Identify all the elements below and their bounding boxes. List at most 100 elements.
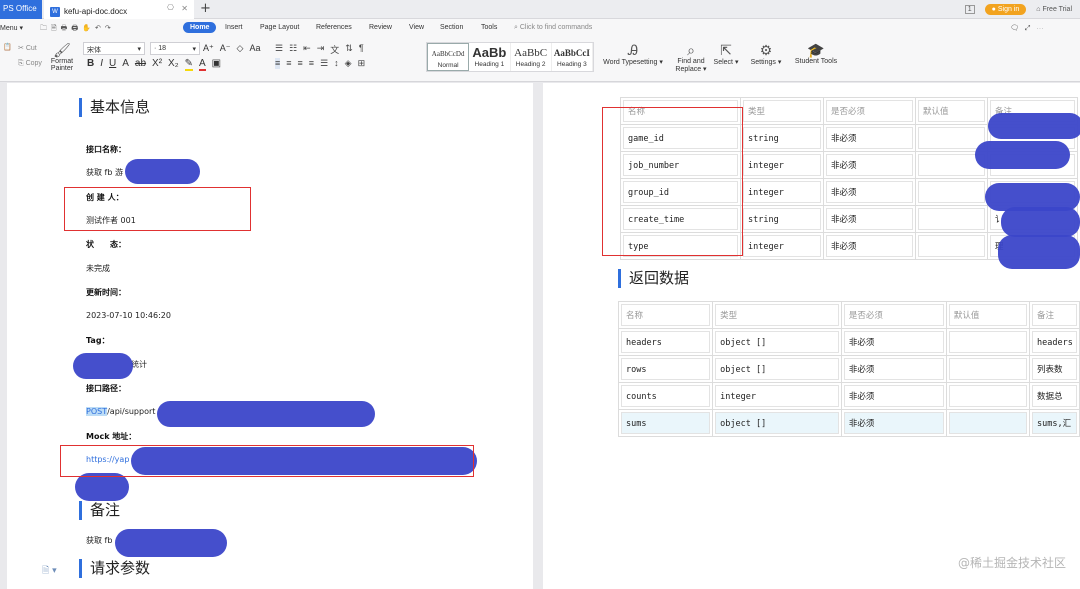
ribbon-toolbar: 📋 ✂ Cut ⎘ Copy 🖌 Format Painter 宋体 ▾ · 18 ▾… xyxy=(0,39,1080,82)
select-button[interactable]: ⇱ Select ▾ xyxy=(712,42,740,66)
underline-icon[interactable]: U xyxy=(109,58,116,71)
shrink-font-icon[interactable]: A⁻ xyxy=(220,43,231,54)
font-size-select[interactable]: · 18 ▾ xyxy=(150,42,200,55)
word-doc-icon: W xyxy=(50,6,60,17)
find-commands-box[interactable]: ⌕ Click to find commands xyxy=(514,24,592,32)
grow-font-icon[interactable]: A⁺ xyxy=(203,43,214,54)
table-cell: counts xyxy=(621,385,711,407)
font-size-value: 18 xyxy=(158,45,167,52)
free-trial-button[interactable]: ⌂ Free Trial xyxy=(1036,6,1072,13)
cut-button[interactable]: ✂ Cut xyxy=(18,44,37,52)
show-marks-icon[interactable]: ¶ xyxy=(359,43,364,56)
settings-button[interactable]: ⚙ Settings ▾ xyxy=(748,42,784,66)
tab-tools[interactable]: Tools xyxy=(481,24,497,31)
change-case-icon[interactable]: Aa xyxy=(249,43,260,54)
increase-indent-icon[interactable]: ⇥ xyxy=(317,43,325,56)
word-typesetting-button[interactable]: Ꭿ Word Typesetting ▾ xyxy=(603,42,663,66)
redaction-scribble xyxy=(73,353,133,379)
watermark-text: @稀土掘金技术社区 xyxy=(957,556,1066,570)
table-cell: 非必须 xyxy=(826,235,913,257)
document-tab-label: kefu-api-doc.docx xyxy=(64,7,128,16)
align-left-icon[interactable]: ≡ xyxy=(275,58,281,69)
paragraph-tools-row2: ≡ ≡ ≡ ≡ ☰ ↕ ◈ ⊞ xyxy=(275,58,365,69)
table-cell: object [] xyxy=(715,331,839,353)
copy-label: Copy xyxy=(25,60,42,67)
quick-access-icons[interactable]: 🗀🗎🖶🖨✋↶↷ xyxy=(40,24,115,35)
find-replace-button[interactable]: ⌕ Find and Replace ▾ xyxy=(675,42,707,73)
shading-icon[interactable]: ◈ xyxy=(345,58,352,69)
tab-home[interactable]: Home xyxy=(183,22,217,33)
menu-button[interactable]: Menu ▾ xyxy=(0,24,23,32)
tab-references[interactable]: References xyxy=(316,24,352,31)
api-name-value: 获取 fb 游 xyxy=(86,168,123,177)
char-border-icon[interactable]: ▣ xyxy=(212,58,221,71)
table-header-row: 名称 类型 是否必须 默认值 备注 xyxy=(617,301,1080,329)
style-heading-1[interactable]: AaBb Heading 1 xyxy=(469,43,511,71)
window-utility-icons[interactable]: 🗨⤢⋯ xyxy=(1010,24,1050,33)
sign-in-label: Sign in xyxy=(997,6,1020,13)
table-cell: integer xyxy=(743,181,821,203)
updated-label: 更新时间： xyxy=(86,288,126,297)
new-tab-button[interactable]: + xyxy=(200,1,211,16)
gear-icon: ⚙ xyxy=(759,42,773,58)
clear-format-icon[interactable]: ◇ xyxy=(237,43,244,54)
format-painter-button[interactable]: 🖌 Format Painter xyxy=(48,42,76,72)
justify-icon[interactable]: ≡ xyxy=(309,58,314,69)
find-replace-label: Find and Replace xyxy=(675,58,705,73)
document-tab[interactable]: W kefu-api-doc.docx ⎔ ✕ xyxy=(44,0,194,19)
style-heading-3[interactable]: AaBbCcI Heading 3 xyxy=(552,43,593,71)
page-count-badge[interactable]: 1 xyxy=(964,5,975,14)
numbered-list-icon[interactable]: ☷ xyxy=(289,43,297,56)
decrease-indent-icon[interactable]: ⇤ xyxy=(303,43,311,56)
bold-icon[interactable]: B xyxy=(87,58,94,71)
style-preview: AaBbCcDd xyxy=(431,50,465,58)
font-name-select[interactable]: 宋体 ▾ xyxy=(83,42,145,55)
copy-button[interactable]: ⎘ Copy xyxy=(18,60,42,68)
italic-icon[interactable]: I xyxy=(100,58,103,71)
app-tab[interactable]: PS Office xyxy=(0,0,42,19)
tab-page-layout[interactable]: Page Layout xyxy=(260,24,299,31)
paste-button[interactable]: 📋 xyxy=(3,43,12,51)
align-right-icon[interactable]: ≡ xyxy=(298,58,303,69)
highlight-icon[interactable]: ✎ xyxy=(184,58,193,71)
style-heading-2[interactable]: AaBbC Heading 2 xyxy=(511,43,552,71)
path-label: 接口路径： xyxy=(86,384,126,393)
page-navigation-icon[interactable]: 🗎 ▾ xyxy=(42,563,57,579)
borders-icon[interactable]: ⊞ xyxy=(358,58,366,69)
font-format-tools: B I U Aab X² X₂ ✎ A ▣ xyxy=(87,58,221,71)
redaction-scribble xyxy=(998,235,1080,269)
graduation-cap-icon: 🎓 xyxy=(807,42,825,58)
table-cell xyxy=(948,358,1028,380)
table-row: headers object [] 非必须 headers xyxy=(617,328,1080,356)
brush-icon: 🖌 xyxy=(53,42,71,58)
header-cell: 类型 xyxy=(715,304,839,326)
font-color-icon[interactable]: A xyxy=(199,58,206,71)
align-center-icon[interactable]: ≡ xyxy=(286,58,291,69)
close-tab-icon[interactable]: ✕ xyxy=(181,4,188,13)
style-normal[interactable]: AaBbCcDd Normal xyxy=(427,43,470,71)
line-spacing-icon[interactable]: ↕ xyxy=(334,58,339,69)
tab-insert[interactable]: Insert xyxy=(225,24,243,31)
distributed-icon[interactable]: ☰ xyxy=(320,58,328,69)
return-data-table: 名称 类型 是否必须 默认值 备注 headers object [] 非必须 … xyxy=(617,301,1080,437)
strikethrough-icon[interactable]: ab xyxy=(135,58,146,71)
tab-view[interactable]: View xyxy=(409,24,424,31)
text-effect-icon[interactable]: A xyxy=(122,58,129,71)
redaction-scribble xyxy=(1001,207,1080,237)
student-tools-button[interactable]: 🎓 Student Tools xyxy=(792,42,840,65)
table-cell: 非必须 xyxy=(843,331,944,353)
table-cell: string xyxy=(743,208,821,230)
bullet-list-icon[interactable]: ☰ xyxy=(275,43,283,56)
sort-icon[interactable]: ⇅ xyxy=(345,43,353,56)
header-cell: 是否必须 xyxy=(826,100,913,122)
tab-review[interactable]: Review xyxy=(369,24,392,31)
superscript-icon[interactable]: X² xyxy=(152,58,162,71)
remark-value: 获取 fb xyxy=(86,536,113,545)
asian-layout-icon[interactable]: 文 xyxy=(330,43,339,56)
pin-icon[interactable]: ⎔ xyxy=(167,3,174,12)
style-gallery: AaBbCcDd Normal AaBb Heading 1 AaBbC Headin… xyxy=(426,42,594,72)
redaction-scribble xyxy=(125,159,200,184)
tab-section[interactable]: Section xyxy=(440,24,463,31)
subscript-icon[interactable]: X₂ xyxy=(168,58,179,71)
sign-in-button[interactable]: ● Sign in xyxy=(984,4,1027,15)
